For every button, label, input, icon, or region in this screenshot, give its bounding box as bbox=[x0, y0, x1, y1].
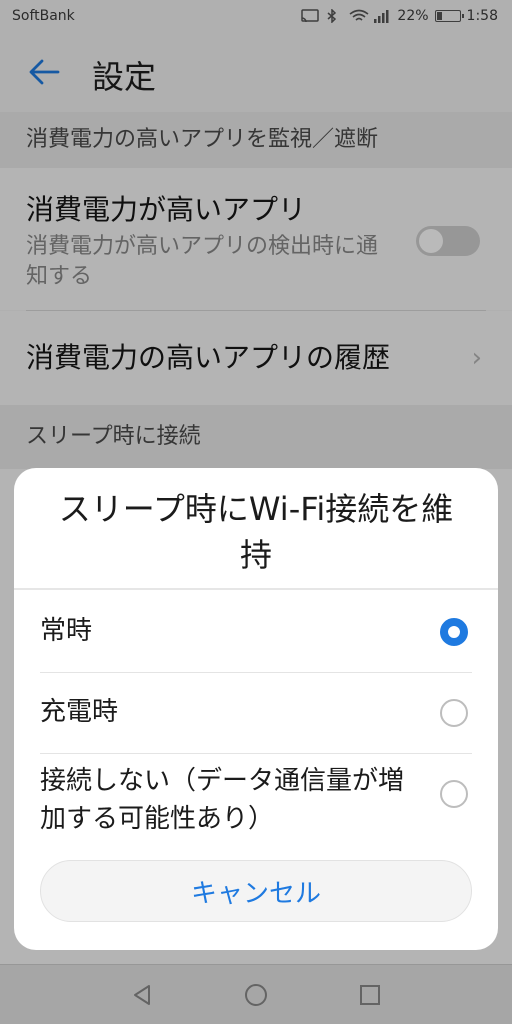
option-always[interactable]: 常時 bbox=[14, 592, 498, 672]
option-label: 常時 bbox=[40, 616, 93, 646]
option-label: 接続しない（データ通信量が増加する可能性あり） bbox=[40, 766, 405, 834]
radio-button[interactable] bbox=[440, 780, 468, 808]
option-never[interactable]: 接続しない（データ通信量が増加する可能性あり） bbox=[14, 754, 498, 846]
option-charging[interactable]: 充電時 bbox=[14, 673, 498, 753]
radio-button[interactable] bbox=[440, 618, 468, 646]
wifi-sleep-dialog: スリープ時にWi-Fi接続を維持 常時 充電時 接続しない（データ通信量が増加す… bbox=[14, 468, 498, 950]
dialog-title-divider bbox=[14, 588, 498, 590]
cancel-button[interactable]: キャンセル bbox=[40, 860, 472, 922]
dialog-title: スリープ時にWi-Fi接続を維持 bbox=[58, 490, 454, 574]
settings-screen: SoftBank 22% 1:58 設定 消費電力の高いアプリを監視／遮断 消費… bbox=[0, 0, 512, 1024]
radio-button[interactable] bbox=[440, 699, 468, 727]
option-label: 充電時 bbox=[40, 697, 119, 727]
